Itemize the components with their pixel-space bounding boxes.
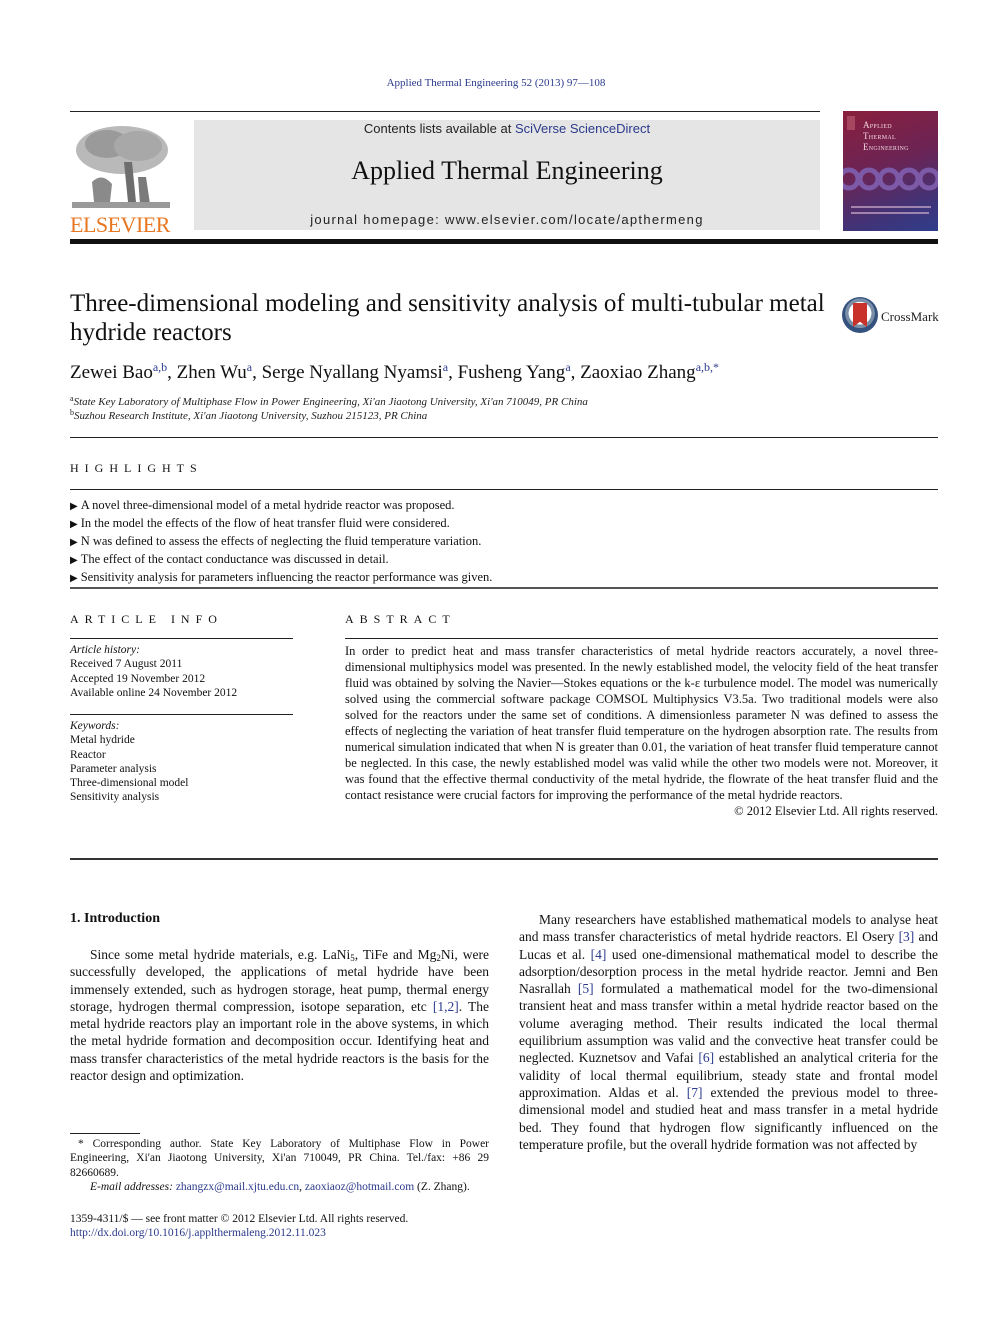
corresponding-author-note: * Corresponding author. State Key Labora… bbox=[70, 1138, 489, 1179]
history-received: Received 7 August 2011 bbox=[70, 658, 183, 671]
highlights-list: ▶ A novel three-dimensional model of a me… bbox=[70, 497, 938, 587]
journal-banner: Contents lists available at SciVerse Sci… bbox=[194, 120, 820, 230]
bullet-triangle-icon: ▶ bbox=[70, 537, 78, 548]
article-title: Three-dimensional modeling and sensitivi… bbox=[70, 290, 825, 346]
author-affiliation-mark[interactable]: a bbox=[565, 360, 570, 374]
highlights-heading: HIGHLIGHTS bbox=[70, 461, 203, 475]
abstract-text: In order to predict heat and mass transf… bbox=[345, 644, 938, 802]
bullet-triangle-icon: ▶ bbox=[70, 501, 78, 512]
cover-rings-graphic bbox=[843, 167, 938, 191]
highlight-item: ▶ A novel three-dimensional model of a me… bbox=[70, 498, 455, 512]
journal-reference[interactable]: Applied Thermal Engineering 52 (2013) 97… bbox=[0, 77, 992, 89]
author-name[interactable]: Serge Nyallang Nyamsi bbox=[262, 362, 443, 383]
email-link[interactable]: zhangzx@mail.xjtu.edu.cn bbox=[176, 1181, 299, 1193]
journal-title: Applied Thermal Engineering bbox=[351, 156, 663, 185]
introduction-paragraph-2: Many researchers have established mathem… bbox=[519, 911, 938, 1153]
cover-publisher-mark bbox=[847, 116, 855, 130]
citation-link[interactable]: [1,2] bbox=[433, 999, 459, 1014]
elsevier-wordmark: ELSEVIER bbox=[70, 212, 170, 237]
email-note: E-mail addresses: zhangzx@mail.xjtu.edu.… bbox=[90, 1180, 470, 1193]
author-name[interactable]: Zewei Bao bbox=[70, 362, 153, 383]
author-affiliation-mark[interactable]: a bbox=[247, 360, 252, 374]
elsevier-logo[interactable]: ELSEVIER bbox=[70, 120, 172, 237]
journal-homepage-link[interactable]: www.elsevier.com/locate/apthermeng bbox=[445, 212, 704, 227]
article-info-heading: ARTICLE INFO bbox=[70, 612, 223, 626]
affiliation: bSuzhou Research Institute, Xi'an Jiaoto… bbox=[70, 408, 428, 423]
introduction-paragraph-1: Since some metal hydride materials, e.g.… bbox=[70, 947, 490, 1084]
cover-subtitle-line bbox=[851, 212, 929, 214]
issn-front-matter: 1359-4311/$ — see front matter © 2012 El… bbox=[70, 1213, 409, 1225]
affiliations: aState Key Laboratory of Multiphase Flow… bbox=[70, 395, 588, 423]
highlights-rule bbox=[70, 489, 938, 490]
keywords-label: Keywords: bbox=[70, 720, 120, 732]
journal-homepage: journal homepage: www.elsevier.com/locat… bbox=[310, 212, 704, 227]
abstract-heading: ABSTRACT bbox=[345, 612, 456, 626]
highlight-item: ▶ In the model the effects of the flow of… bbox=[70, 516, 450, 530]
article-history-label: Article history: bbox=[70, 644, 140, 656]
article-info-rule bbox=[70, 638, 293, 639]
author-affiliation-mark[interactable]: a bbox=[443, 360, 448, 374]
author-list: Zewei Baoa,b, Zhen Wua, Serge Nyallang N… bbox=[70, 360, 720, 383]
footnotes: * Corresponding author. State Key Labora… bbox=[70, 1137, 489, 1194]
front-matter: 1359-4311/$ — see front matter © 2012 El… bbox=[70, 1212, 510, 1241]
author-name[interactable]: Fusheng Yang bbox=[458, 362, 566, 383]
bullet-triangle-icon: ▶ bbox=[70, 519, 78, 530]
abstract-copyright: © 2012 Elsevier Ltd. All rights reserved… bbox=[734, 804, 938, 818]
abstract-rule bbox=[345, 638, 938, 639]
citation-link[interactable]: [4] bbox=[591, 947, 607, 962]
bullet-triangle-icon: ▶ bbox=[70, 573, 78, 584]
journal-cover[interactable]: Applied Thermal Engineering bbox=[843, 111, 938, 231]
crossmark-label: CrossMark bbox=[881, 309, 939, 324]
cover-title: Applied Thermal Engineering bbox=[863, 120, 909, 152]
author-name[interactable]: Zaoxiao Zhang bbox=[580, 362, 696, 383]
history-accepted: Accepted 19 November 2012 bbox=[70, 672, 206, 685]
introduction-heading: 1. Introduction bbox=[70, 911, 160, 926]
journal-reference-link[interactable]: Applied Thermal Engineering 52 (2013) 97… bbox=[387, 77, 606, 89]
keyword: Reactor bbox=[70, 748, 106, 761]
author-name[interactable]: Zhen Wu bbox=[177, 362, 247, 383]
keywords-rule bbox=[70, 714, 293, 715]
section-divider bbox=[70, 437, 938, 438]
citation-link[interactable]: [6] bbox=[698, 1050, 714, 1065]
crossmark-badge[interactable]: CrossMark bbox=[842, 297, 942, 337]
keyword: Parameter analysis bbox=[70, 762, 157, 775]
keyword: Sensitivity analysis bbox=[70, 791, 160, 804]
doi-link[interactable]: http://dx.doi.org/10.1016/j.applthermale… bbox=[70, 1227, 326, 1239]
header-top-rule bbox=[70, 111, 820, 112]
keywords: Keywords: Metal hydride Reactor Paramete… bbox=[70, 719, 293, 805]
highlight-item: ▶ Sensitivity analysis for parameters inf… bbox=[70, 570, 493, 584]
abstract: In order to predict heat and mass transf… bbox=[345, 643, 938, 819]
highlight-item: ▶ N was defined to assess the effects of … bbox=[70, 534, 482, 548]
author-affiliation-mark[interactable]: a,b bbox=[153, 360, 167, 374]
affiliation: aState Key Laboratory of Multiphase Flow… bbox=[70, 394, 588, 409]
citation-link[interactable]: [7] bbox=[687, 1085, 703, 1100]
front-section-bottom-rule bbox=[70, 858, 938, 860]
paragraph-text: Many researchers have established mathem… bbox=[519, 912, 938, 945]
email-link[interactable]: zaoxiaoz@hotmail.com bbox=[305, 1181, 414, 1193]
cover-subtitle-line bbox=[851, 206, 931, 208]
header-bottom-rule bbox=[70, 239, 938, 244]
bullet-triangle-icon: ▶ bbox=[70, 555, 78, 566]
highlights-bottom-rule bbox=[70, 587, 938, 589]
keyword: Three-dimensional model bbox=[70, 777, 189, 790]
elsevier-tree-icon bbox=[72, 122, 170, 212]
history-online: Available online 24 November 2012 bbox=[70, 686, 238, 699]
keyword: Metal hydride bbox=[70, 734, 135, 747]
author-affiliation-mark[interactable]: a,b,* bbox=[696, 360, 719, 374]
contents-availability: Contents lists available at SciVerse Sci… bbox=[363, 121, 651, 136]
article-history: Article history: Received 7 August 2011 … bbox=[70, 643, 293, 700]
highlight-item: ▶ The effect of the contact conductance w… bbox=[70, 552, 389, 566]
footnote-rule bbox=[70, 1133, 140, 1134]
citation-link[interactable]: [5] bbox=[578, 981, 594, 996]
sciencedirect-link[interactable]: SciVerse ScienceDirect bbox=[515, 121, 650, 136]
citation-link[interactable]: [3] bbox=[899, 929, 915, 944]
